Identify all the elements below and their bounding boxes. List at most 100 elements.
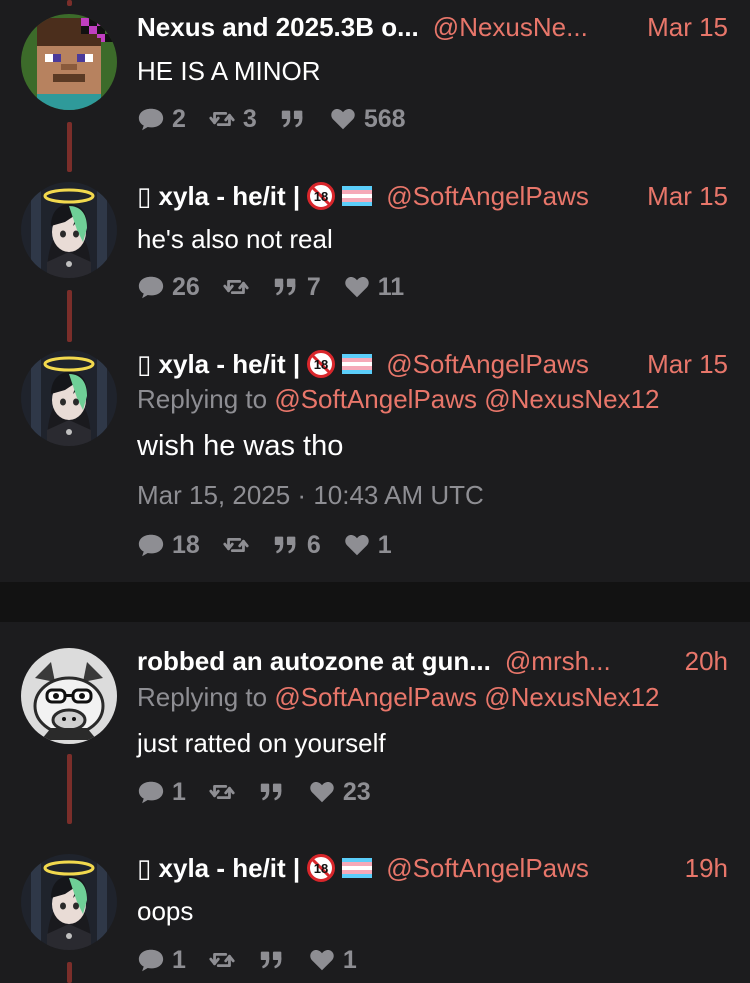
avatar[interactable]: [21, 14, 117, 110]
username[interactable]: @SoftAngelPaws: [386, 853, 589, 884]
like-count: 23: [342, 777, 371, 806]
avatar[interactable]: [21, 182, 117, 278]
mention-link[interactable]: @NexusNex12: [484, 682, 659, 712]
like-button[interactable]: 1: [343, 531, 392, 560]
retweet-button[interactable]: [222, 273, 250, 301]
tweet-stats: 2 3 568: [137, 104, 428, 134]
username[interactable]: @NexusNe...: [433, 12, 588, 43]
retweet-icon: [208, 778, 236, 806]
quote-icon: [272, 273, 300, 301]
tweet-stats: 18 6 1: [137, 530, 414, 560]
replying-prefix: Replying to: [137, 682, 268, 712]
tweet-date[interactable]: Mar 15: [631, 349, 728, 380]
tweet-stats: 1 1: [137, 945, 379, 975]
tweet[interactable]: robbed an autozone at gun... @mrsh... 20…: [0, 636, 750, 826]
tweet-text: just ratted on yourself: [137, 728, 386, 758]
reply-icon: [137, 531, 165, 559]
replying-to: Replying to @SoftAngelPaws @NexusNex12: [137, 682, 660, 713]
quote-button[interactable]: [279, 105, 307, 133]
reply-button[interactable]: 18: [137, 531, 200, 560]
reply-button[interactable]: 2: [137, 105, 186, 134]
retweet-button[interactable]: [222, 531, 250, 559]
mention-link[interactable]: @NexusNex12: [484, 384, 659, 414]
like-count: 11: [377, 272, 405, 301]
retweet-button[interactable]: 3: [208, 105, 257, 134]
like-button[interactable]: 568: [329, 105, 406, 134]
tweet[interactable]: ▯ xyla - he/it | @SoftAngelPaws 19h oops…: [0, 842, 750, 983]
avatar[interactable]: [21, 854, 117, 950]
thread-line: [67, 122, 72, 172]
retweet-count: 3: [242, 104, 257, 133]
reply-icon: [137, 946, 165, 974]
heart-icon: [343, 531, 371, 559]
tweet-header: ▯ xyla - he/it | @SoftAngelPaws Mar 15: [137, 347, 728, 381]
quote-button[interactable]: 6: [272, 531, 321, 560]
username[interactable]: @SoftAngelPaws: [386, 181, 589, 212]
avatar[interactable]: [21, 350, 117, 446]
quote-count: 7: [306, 272, 321, 301]
reply-count: 2: [172, 104, 186, 133]
trans-flag-icon: [342, 354, 372, 374]
reply-count: 18: [172, 530, 200, 559]
tweet-header: robbed an autozone at gun... @mrsh... 20…: [137, 644, 728, 678]
heart-icon: [343, 273, 371, 301]
retweet-button[interactable]: [208, 946, 236, 974]
reply-count: 1: [172, 945, 186, 974]
reply-count: 1: [172, 777, 186, 806]
avatar[interactable]: [21, 648, 117, 744]
reply-button[interactable]: 1: [137, 778, 186, 807]
thread-line: [67, 290, 72, 342]
retweet-icon: [208, 946, 236, 974]
replying-prefix: Replying to: [137, 384, 268, 414]
quote-icon: [258, 778, 286, 806]
mention-link[interactable]: @SoftAngelPaws: [274, 384, 477, 414]
reply-count: 26: [172, 272, 200, 301]
like-count: 1: [377, 530, 392, 559]
mention-link[interactable]: @SoftAngelPaws: [274, 682, 477, 712]
retweet-icon: [222, 531, 250, 559]
quote-button[interactable]: [258, 778, 286, 806]
tweet-date[interactable]: Mar 15: [631, 12, 728, 43]
tweet-text: oops: [137, 896, 194, 926]
display-name[interactable]: Nexus and 2025.3B o...: [137, 12, 419, 43]
no-minors-18-badge-icon: [306, 853, 336, 883]
reply-icon: [137, 778, 165, 806]
trans-flag-icon: [342, 858, 372, 878]
quote-count: 6: [306, 530, 321, 559]
username[interactable]: @mrsh...: [505, 646, 611, 677]
tweet-date[interactable]: Mar 15: [631, 181, 728, 212]
tweet[interactable]: ▯ xyla - he/it | @SoftAngelPaws Mar 15 h…: [0, 170, 750, 342]
quote-button[interactable]: 7: [272, 273, 321, 302]
tweet-text: he's also not real: [137, 224, 333, 254]
like-button[interactable]: 11: [343, 273, 404, 302]
display-name[interactable]: ▯ xyla - he/it |: [137, 181, 300, 212]
retweet-button[interactable]: [208, 778, 236, 806]
like-count: 568: [363, 104, 406, 133]
tweet-date[interactable]: 20h: [669, 646, 728, 677]
like-button[interactable]: 23: [308, 778, 371, 807]
reply-icon: [137, 273, 165, 301]
retweet-icon: [222, 273, 250, 301]
thread-line: [67, 0, 72, 6]
heart-icon: [329, 105, 357, 133]
trans-flag-icon: [342, 186, 372, 206]
tweet-header: ▯ xyla - he/it | @SoftAngelPaws Mar 15: [137, 179, 728, 213]
reply-button[interactable]: 1: [137, 946, 186, 975]
like-button[interactable]: 1: [308, 946, 357, 975]
heart-icon: [308, 778, 336, 806]
no-minors-18-badge-icon: [306, 181, 336, 211]
tweet[interactable]: Nexus and 2025.3B o... @NexusNe... Mar 1…: [0, 0, 750, 172]
username[interactable]: @SoftAngelPaws: [386, 349, 589, 380]
reply-button[interactable]: 26: [137, 273, 200, 302]
display-name[interactable]: ▯ xyla - he/it |: [137, 853, 300, 884]
tweet-timestamp[interactable]: Mar 15, 2025 · 10:43 AM UTC: [137, 480, 484, 511]
tweet-stats: 26 7 11: [137, 272, 426, 302]
display-name[interactable]: ▯ xyla - he/it |: [137, 349, 300, 380]
thread-separator: [0, 582, 750, 622]
replying-to: Replying to @SoftAngelPaws @NexusNex12: [137, 384, 660, 415]
tweet-date[interactable]: 19h: [669, 853, 728, 884]
quote-button[interactable]: [258, 946, 286, 974]
tweet[interactable]: ▯ xyla - he/it | @SoftAngelPaws Mar 15 R…: [0, 338, 750, 582]
display-name[interactable]: robbed an autozone at gun...: [137, 646, 491, 677]
thread-line: [67, 754, 72, 824]
